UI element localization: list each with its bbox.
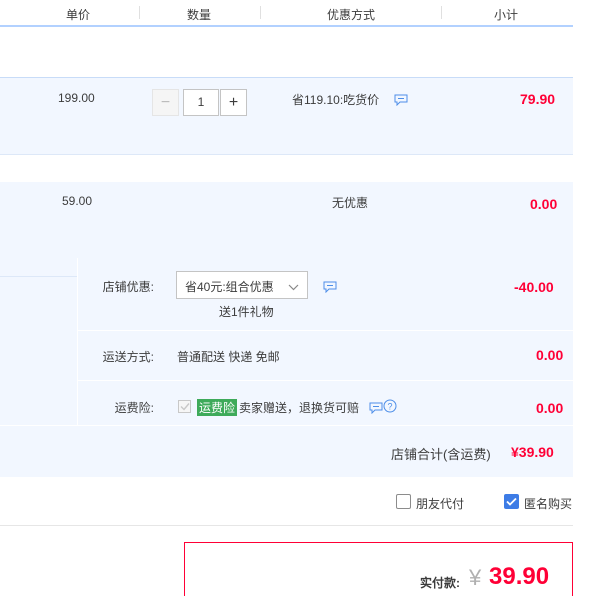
shop-promo-gift: 送1件礼物 [219, 305, 274, 319]
payment-currency: ¥ [469, 565, 482, 590]
insurance-amount: 0.00 [536, 400, 564, 416]
order-table-header: 单价 数量 优惠方式 小计 [0, 0, 573, 27]
svg-text:?: ? [387, 402, 392, 412]
shipping-method: 普通配送 快递 免邮 [177, 350, 280, 364]
quantity-increase-button[interactable]: + [220, 89, 247, 116]
message-bubble-icon[interactable] [369, 402, 383, 417]
message-bubble-icon[interactable] [323, 281, 337, 296]
item-subtotal: 79.90 [520, 91, 556, 107]
header-unit-price: 单价 [65, 8, 90, 22]
insurance-label: 运费险: [114, 401, 154, 415]
shop-total-value: ¥39.90 [511, 444, 554, 460]
checkmark-icon [180, 403, 190, 411]
header-discount: 优惠方式 [326, 8, 375, 22]
insurance-badge: 运费险 [197, 399, 238, 416]
shipping-label: 运送方式: [102, 350, 154, 364]
item-discount: 无优惠 [332, 196, 369, 210]
header-divider [139, 6, 140, 19]
payment-amount: 39.90 [489, 563, 550, 590]
shop-total-label: 店铺合计(含运费) [391, 447, 491, 462]
row-divider [78, 330, 573, 331]
item-unit-price: 199.00 [58, 91, 95, 105]
shop-promo-select[interactable]: 省40元:组合优惠 [176, 271, 308, 299]
friend-pay-checkbox[interactable] [396, 494, 411, 509]
item-unit-price: 59.00 [62, 194, 93, 208]
header-divider [260, 6, 261, 19]
shipping-amount: 0.00 [536, 347, 564, 363]
header-quantity: 数量 [186, 8, 211, 22]
item-discount: 省119.10:吃货价 [292, 93, 380, 107]
checkmark-icon [506, 497, 517, 506]
chevron-down-icon [288, 280, 299, 294]
friend-pay-label[interactable]: 朋友代付 [416, 495, 464, 512]
header-divider [441, 6, 442, 19]
order-item-row: 199.00 − 1 + 省119.10:吃货价 79.90 [0, 78, 573, 154]
message-bubble-icon[interactable] [394, 94, 408, 109]
quantity-decrease-button[interactable]: − [152, 89, 179, 116]
item-subtotal: 0.00 [530, 196, 558, 212]
payment-label: 实付款: [420, 576, 460, 590]
shop-promo-selected: 省40元:组合优惠 [185, 280, 274, 294]
order-item-row: 59.00 无优惠 0.00 [0, 182, 573, 257]
payment-summary-box: 实付款: ¥ 39.90 [184, 542, 573, 596]
insurance-description: 卖家赠送，退换货可赔 [239, 401, 360, 415]
question-circle-icon[interactable]: ? [383, 399, 397, 416]
header-subtotal: 小计 [493, 8, 518, 22]
shop-promo-amount: -40.00 [514, 279, 554, 295]
quantity-input[interactable]: 1 [183, 89, 219, 116]
shop-promo-label: 店铺优惠: [102, 280, 154, 294]
anonymous-checkbox[interactable] [504, 494, 519, 509]
row-divider [78, 380, 573, 381]
anonymous-label[interactable]: 匿名购买 [524, 495, 572, 512]
insurance-checkbox[interactable] [178, 400, 191, 413]
